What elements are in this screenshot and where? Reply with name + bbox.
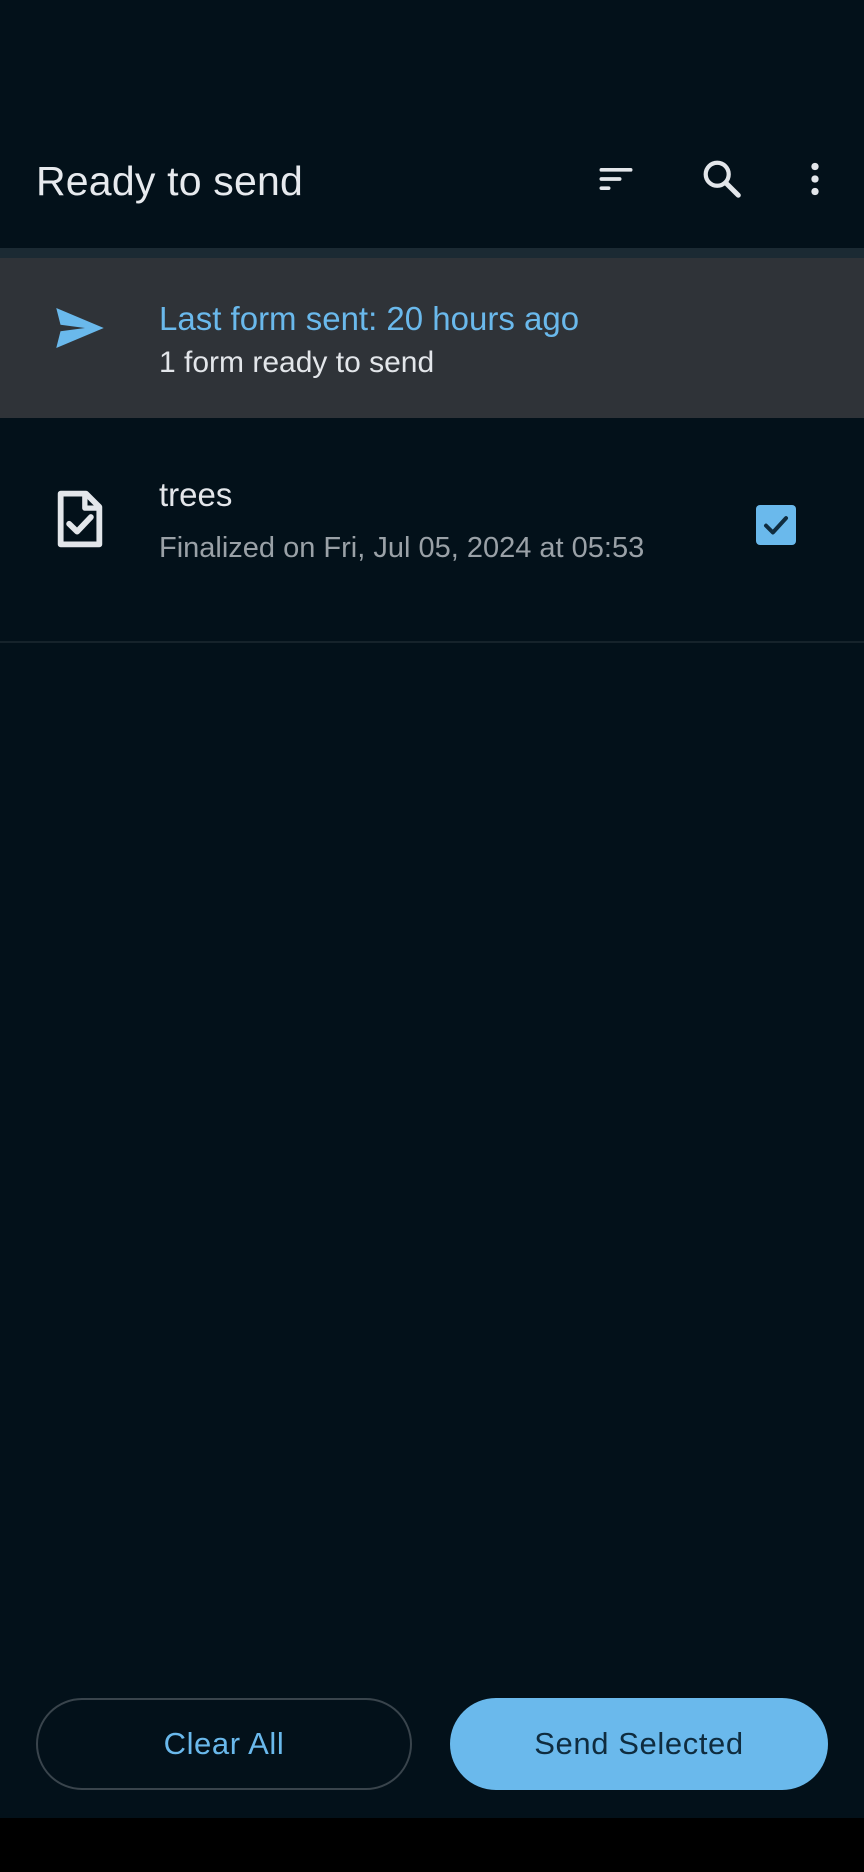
select-checkbox[interactable] (756, 505, 796, 545)
bottom-action-bar: Clear All Send Selected (0, 1680, 864, 1818)
app-bar: Ready to send (0, 0, 864, 250)
system-navigation-bar (0, 1818, 864, 1872)
list-divider (0, 641, 864, 643)
page-title: Ready to send (36, 158, 303, 204)
send-icon (56, 308, 104, 348)
send-status-banner: Last form sent: 20 hours ago 1 form read… (0, 258, 864, 418)
form-status: Finalized on Fri, Jul 05, 2024 at 05:53 (159, 532, 645, 564)
app-bar-divider (0, 248, 864, 258)
send-selected-button[interactable]: Send Selected (450, 1698, 828, 1790)
ready-to-send-screen: Ready to send Last form sent: 20 hours a… (0, 0, 864, 1818)
clear-all-button[interactable]: Clear All (36, 1698, 412, 1790)
search-button[interactable] (686, 143, 758, 215)
list-item[interactable]: trees Finalized on Fri, Jul 05, 2024 at … (0, 418, 864, 642)
search-icon (703, 160, 741, 198)
more-vert-icon (811, 162, 819, 196)
ready-count-text: 1 form ready to send (159, 346, 435, 379)
form-check-icon (57, 490, 103, 548)
check-icon (764, 516, 788, 535)
sort-button[interactable] (580, 143, 652, 215)
form-name: trees (159, 476, 233, 513)
last-sent-text: Last form sent: 20 hours ago (159, 300, 580, 337)
more-options-button[interactable] (779, 143, 851, 215)
sort-icon (599, 168, 633, 190)
